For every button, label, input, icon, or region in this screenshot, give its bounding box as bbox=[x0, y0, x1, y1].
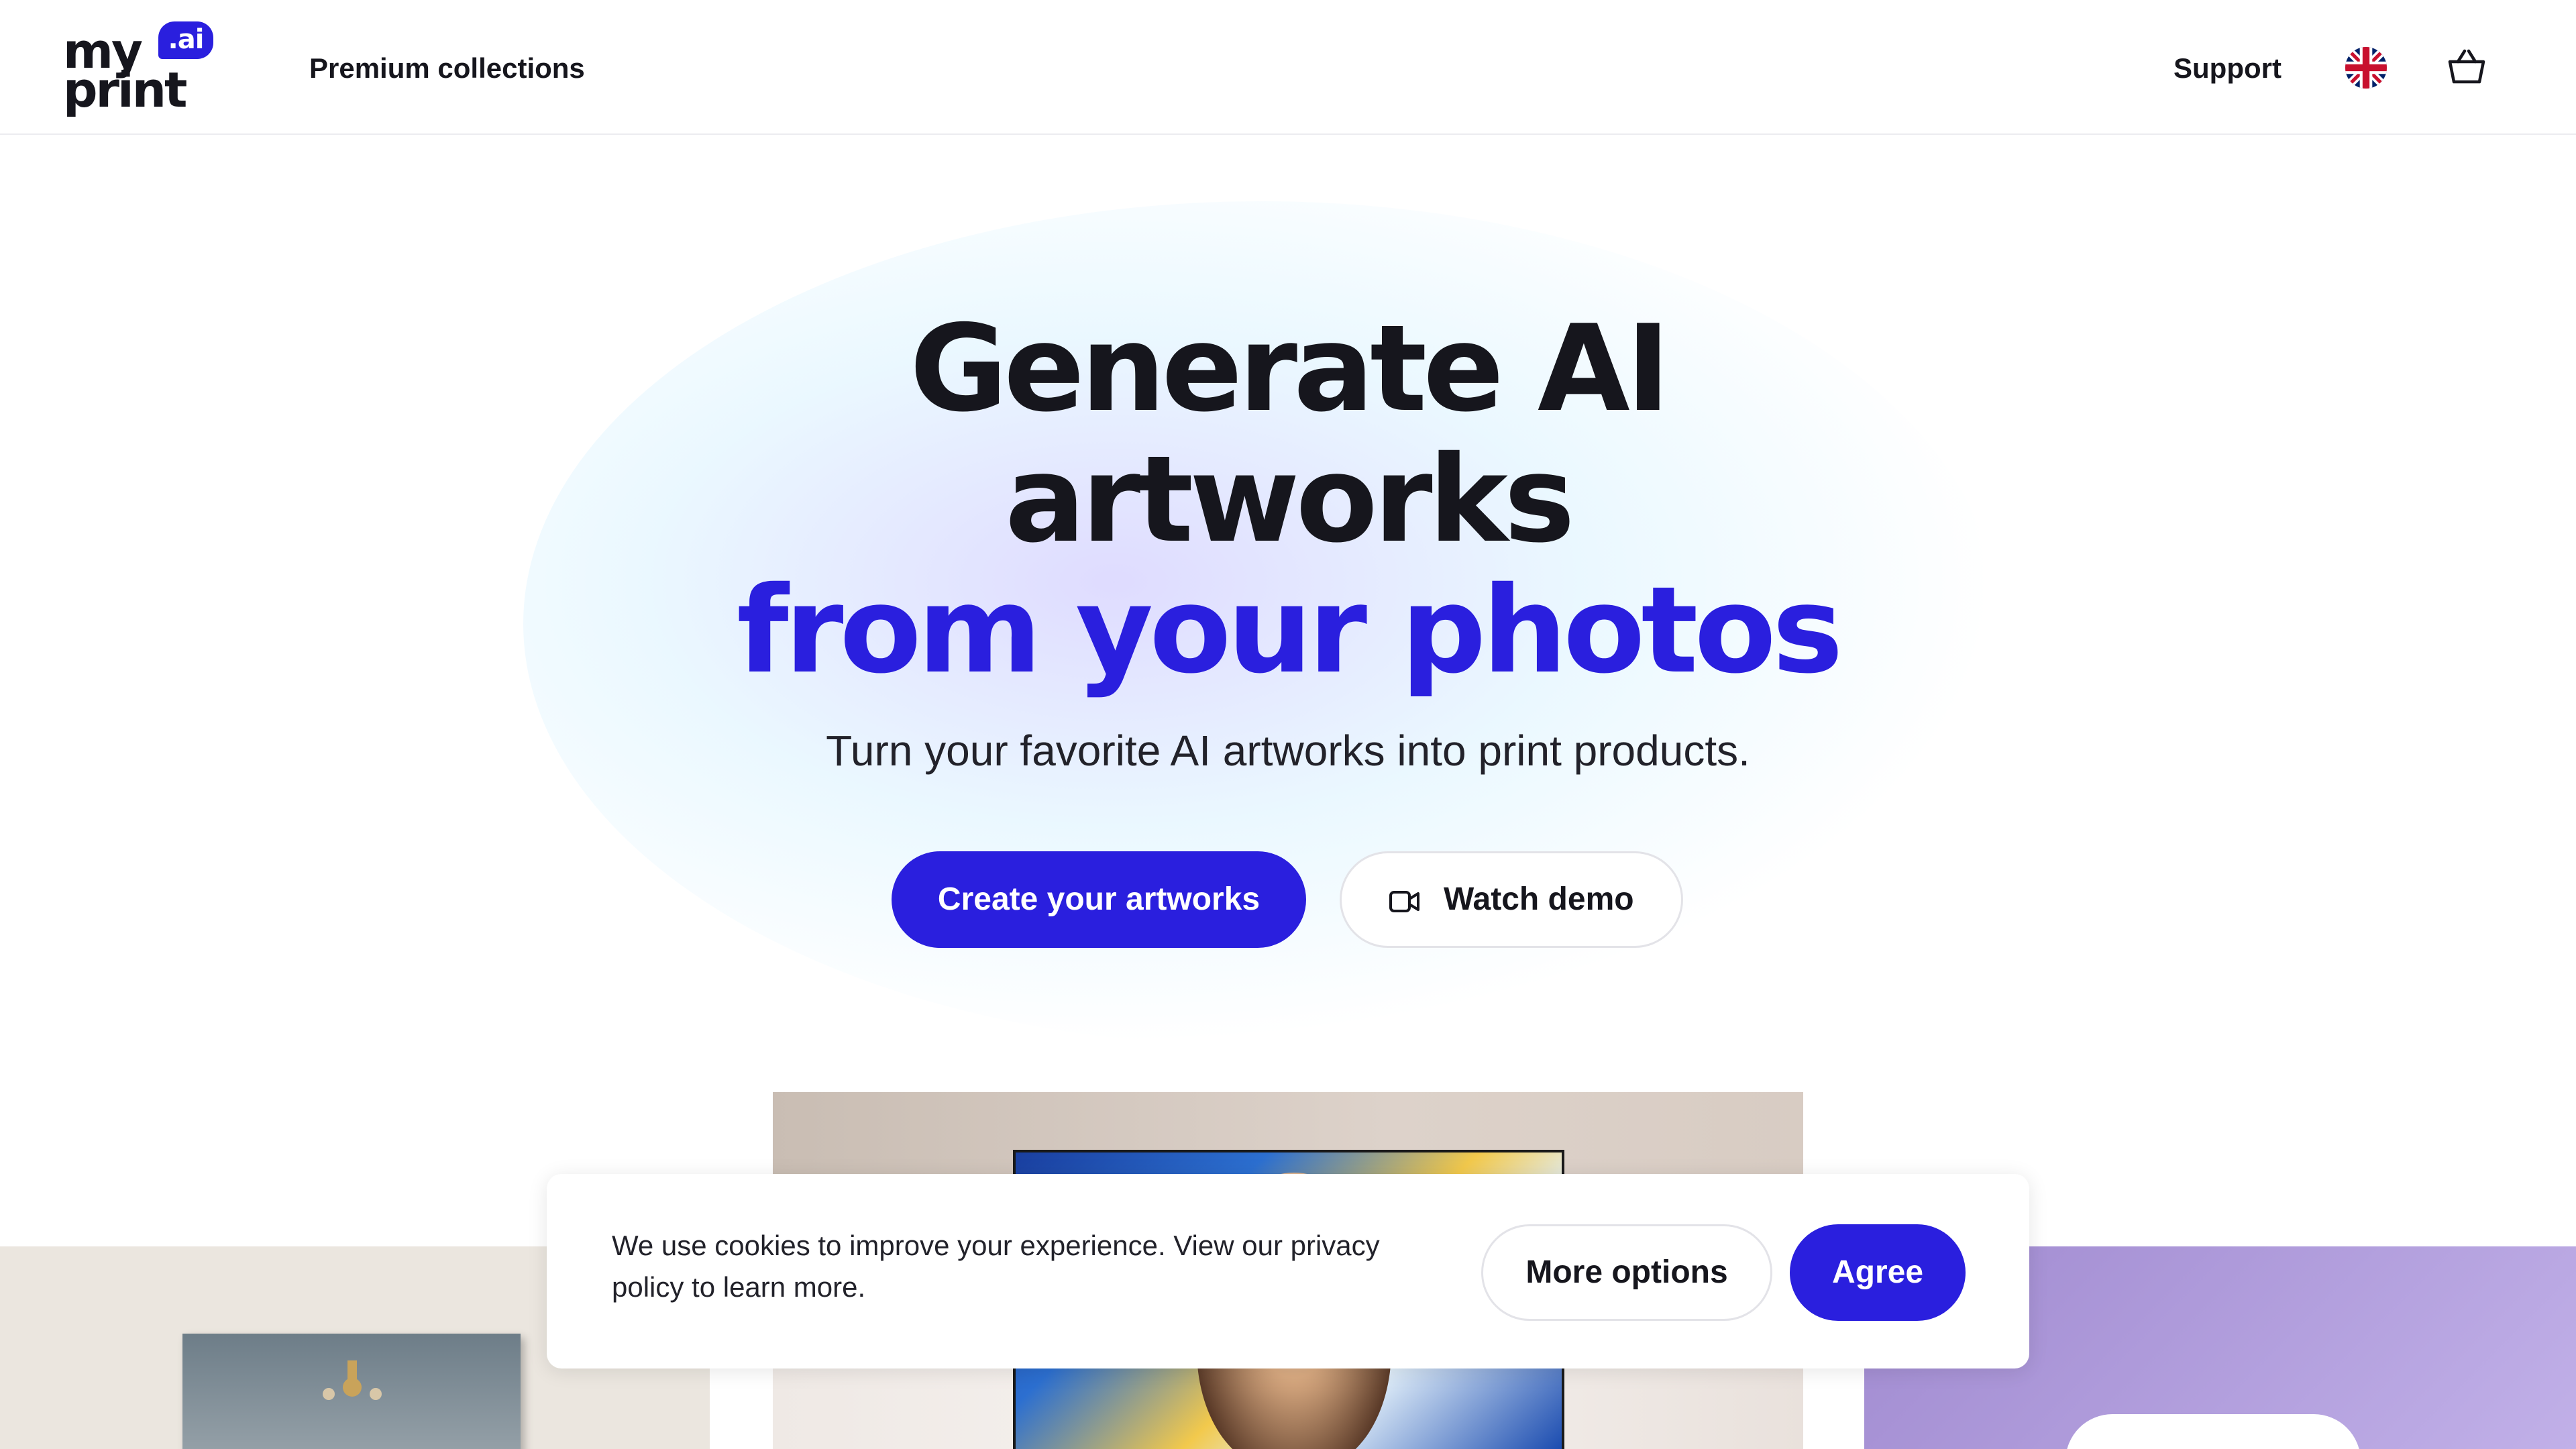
hero-title-highlight: from your photos bbox=[737, 561, 1843, 700]
agree-button[interactable]: Agree bbox=[1790, 1224, 1966, 1321]
artwork-ornament bbox=[323, 1360, 382, 1400]
nav-support[interactable]: Support bbox=[2174, 52, 2282, 85]
uk-flag-icon[interactable] bbox=[2345, 47, 2387, 89]
watch-demo-button[interactable]: Watch demo bbox=[1340, 851, 1683, 948]
logo-ai-badge: .ai bbox=[158, 21, 213, 59]
watch-demo-label: Watch demo bbox=[1444, 881, 1634, 917]
nav-premium-collections[interactable]: Premium collections bbox=[309, 52, 585, 85]
logo-text-print: print bbox=[63, 62, 187, 118]
site-header: my print .ai Premium collections Support bbox=[0, 0, 2576, 135]
create-artworks-button[interactable]: Create your artworks bbox=[892, 851, 1306, 948]
shopping-basket-icon[interactable] bbox=[2446, 46, 2487, 87]
hero-subtitle: Turn your favorite AI artworks into prin… bbox=[826, 727, 1750, 775]
myprint-ai-logo[interactable]: my print .ai bbox=[62, 20, 216, 114]
more-options-button[interactable]: More options bbox=[1481, 1224, 1772, 1321]
hero-title-line2: artworks bbox=[1005, 430, 1575, 569]
cookie-message: We use cookies to improve your experienc… bbox=[612, 1230, 1380, 1303]
hero-title-line1: Generate AI bbox=[910, 299, 1670, 438]
video-camera-icon bbox=[1389, 887, 1421, 916]
cookie-banner: We use cookies to improve your experienc… bbox=[547, 1174, 2029, 1368]
mug-shape bbox=[2065, 1414, 2361, 1449]
